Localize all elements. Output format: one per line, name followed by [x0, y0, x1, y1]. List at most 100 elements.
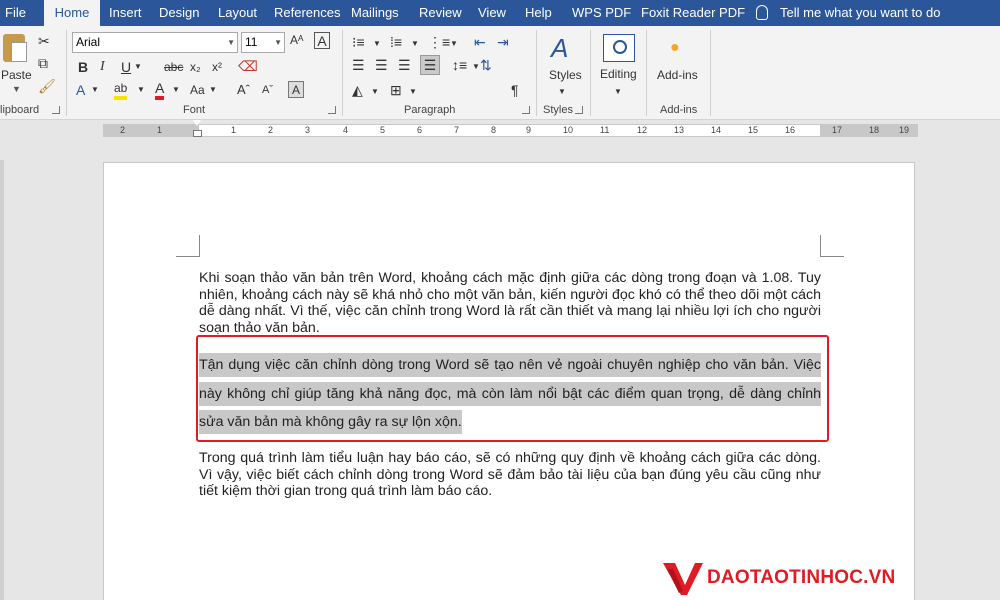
chevron-down-icon[interactable]: ▼ — [409, 84, 417, 100]
tab-references[interactable]: References — [274, 0, 340, 26]
add-ins-icon[interactable]: ● — [670, 40, 680, 56]
chevron-down-icon[interactable]: ▼ — [373, 36, 381, 52]
watermark-text: DAOTAOTINHOC.VN — [707, 567, 896, 588]
styles-icon[interactable]: A — [551, 34, 568, 62]
highlight-color-icon[interactable]: ab — [114, 80, 128, 100]
divider — [66, 30, 67, 116]
paste-icon[interactable] — [3, 34, 27, 62]
vertical-ruler — [0, 160, 4, 600]
chevron-down-icon[interactable]: ▼ — [558, 84, 566, 100]
italic-icon[interactable]: I — [100, 59, 105, 75]
strikethrough-icon[interactable]: abc — [164, 59, 183, 75]
tab-wps-pdf[interactable]: WPS PDF — [572, 0, 631, 26]
font-name-value: Arial — [76, 35, 101, 49]
font-launcher-icon[interactable] — [328, 106, 336, 114]
subscript-icon[interactable]: x₂ — [190, 59, 201, 75]
ruler-number: 15 — [748, 125, 759, 135]
numbering-icon[interactable]: ⁞≡ — [390, 34, 402, 50]
tab-file[interactable]: File — [5, 0, 26, 26]
copy-icon[interactable]: ⧉ — [38, 55, 48, 71]
chevron-down-icon[interactable]: ▼ — [472, 59, 480, 75]
first-line-indent-icon[interactable] — [193, 120, 201, 126]
chevron-down-icon[interactable]: ▼ — [91, 82, 99, 98]
multilevel-list-icon[interactable]: ⋮≡ — [428, 34, 450, 50]
styles-button-label[interactable]: Styles — [549, 68, 582, 82]
margin-corner-mark — [176, 235, 200, 257]
align-center-icon[interactable]: ☰ — [375, 57, 388, 73]
change-case-icon[interactable]: Aa — [190, 82, 205, 98]
bold-icon[interactable]: B — [78, 59, 88, 75]
tab-insert[interactable]: Insert — [109, 0, 142, 26]
add-ins-group-label: Add-ins — [660, 104, 698, 116]
chevron-down-icon[interactable]: ▼ — [411, 36, 419, 52]
ruler-number: 11 — [600, 125, 610, 135]
add-ins-button-label[interactable]: Add-ins — [657, 68, 698, 82]
ruler-number: 10 — [563, 125, 574, 135]
tab-home[interactable]: Home — [44, 0, 100, 26]
chevron-down-icon[interactable]: ▼ — [371, 84, 379, 100]
clear-formatting-icon[interactable]: A — [314, 32, 330, 49]
document-page[interactable]: Khi soạn thảo văn bản trên Word, khoảng … — [103, 162, 915, 600]
chevron-down-icon[interactable]: ▼ — [134, 59, 142, 75]
clipboard-group-label: lipboard — [0, 104, 40, 116]
ruler-number: 1 — [157, 125, 163, 135]
tab-help[interactable]: Help — [525, 0, 552, 26]
tab-foxit-reader-pdf[interactable]: Foxit Reader PDF — [641, 0, 745, 26]
paragraph-3[interactable]: Trong quá trình làm tiểu luận hay báo cá… — [199, 450, 821, 500]
divider — [590, 30, 591, 116]
font-name-select[interactable]: Arial ▼ — [72, 32, 238, 53]
indent-marker-handle[interactable] — [193, 120, 202, 142]
font-color-icon[interactable]: A — [155, 80, 165, 100]
ribbon-tab-bar: File Home Insert Design Layout Reference… — [0, 0, 1000, 26]
tab-review[interactable]: Review — [419, 0, 462, 26]
tell-me-search[interactable]: Tell me what you want to do — [756, 0, 940, 26]
line-spacing-icon[interactable]: ↕≡ — [452, 57, 467, 73]
superscript-icon[interactable]: x² — [212, 59, 222, 75]
tab-mailings[interactable]: Mailings — [351, 0, 399, 26]
horizontal-ruler[interactable]: 2 1 1 2 3 4 5 6 7 8 9 10 11 12 13 14 15 … — [103, 124, 918, 137]
bullets-icon[interactable]: ⁝≡ — [352, 34, 365, 50]
clipboard-launcher-icon[interactable] — [52, 106, 60, 114]
character-border-icon[interactable]: A — [288, 81, 304, 98]
chevron-down-icon[interactable]: ▼ — [209, 82, 217, 98]
justify-icon[interactable]: ☰ — [420, 55, 440, 75]
ruler-number: 14 — [711, 125, 722, 135]
chevron-down-icon[interactable]: ▼ — [12, 84, 21, 94]
underline-icon[interactable]: U — [121, 59, 131, 75]
margin-corner-mark — [820, 235, 844, 257]
styles-launcher-icon[interactable] — [575, 106, 583, 114]
format-painter-icon[interactable]: 🖌 — [38, 78, 56, 94]
sort-icon[interactable]: ⇅ — [480, 57, 492, 73]
show-formatting-marks-icon[interactable]: ¶ — [511, 82, 519, 98]
cut-icon[interactable]: ✂ — [38, 33, 50, 49]
chevron-down-icon[interactable]: ▼ — [137, 82, 145, 98]
shading-icon[interactable]: ◭ — [352, 82, 363, 98]
text-effects-eraser-icon[interactable]: ⌫ — [238, 58, 258, 74]
chevron-down-icon[interactable]: ▼ — [450, 36, 458, 52]
ruler-number: 17 — [832, 125, 843, 135]
watermark-logo: DAOTAOTINHOC.VN — [663, 557, 923, 597]
chevron-down-icon[interactable]: ▼ — [614, 84, 622, 100]
tab-view[interactable]: View — [478, 0, 506, 26]
tab-design[interactable]: Design — [159, 0, 199, 26]
font-size-select[interactable]: 11 ▼ — [241, 32, 285, 53]
editing-search-icon[interactable] — [603, 34, 635, 62]
editing-button-label[interactable]: Editing — [600, 67, 637, 81]
ruler-number: 7 — [454, 125, 460, 135]
chevron-down-icon[interactable]: ▼ — [172, 82, 180, 98]
grow-font-icon[interactable]: Aᴬ — [290, 32, 303, 48]
text-effects-icon[interactable]: A — [76, 82, 85, 98]
styles-group-label: Styles — [543, 104, 573, 116]
decrease-indent-icon[interactable]: ⇤ — [474, 34, 486, 50]
borders-icon[interactable]: ⊞ — [390, 82, 402, 98]
increase-indent-icon[interactable]: ⇥ — [497, 34, 509, 50]
paste-button-label[interactable]: Paste — [1, 68, 32, 82]
paragraph-launcher-icon[interactable] — [522, 106, 530, 114]
align-left-icon[interactable]: ☰ — [352, 57, 365, 73]
grow-font-size-icon[interactable]: Aˆ — [237, 82, 250, 98]
left-indent-icon[interactable] — [193, 130, 202, 137]
shrink-font-size-icon[interactable]: Aˇ — [262, 82, 273, 98]
tab-layout[interactable]: Layout — [218, 0, 257, 26]
align-right-icon[interactable]: ☰ — [398, 57, 411, 73]
paragraph-1[interactable]: Khi soạn thảo văn bản trên Word, khoảng … — [199, 270, 821, 334]
